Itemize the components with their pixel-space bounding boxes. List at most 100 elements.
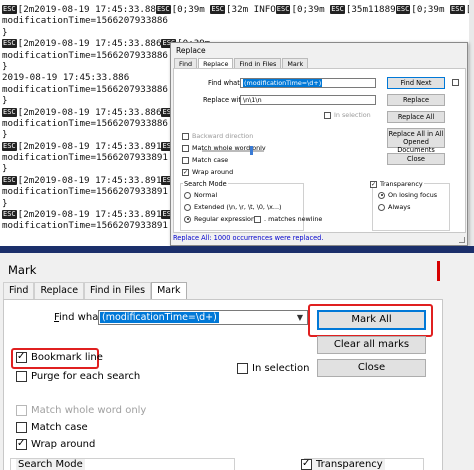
mark-dialog-title: Mark — [8, 263, 37, 277]
replace-all-opened-button[interactable]: Replace All in All Opened Documents — [387, 128, 445, 154]
checkbox-box — [16, 438, 27, 450]
checkbox-label: Match case — [192, 156, 229, 164]
radio-label: Extended (\n, \r, \t, \0, \x...) — [194, 203, 282, 211]
transparency-checkbox[interactable]: Transparency — [301, 458, 385, 470]
checkbox-box — [237, 363, 248, 374]
checkbox-box: ✓ — [370, 180, 377, 188]
editor-text: modificationTime=1566207933891 — [2, 186, 168, 198]
escape-char-badge: ESC — [450, 5, 465, 14]
checkbox-label: Match whole word only — [31, 405, 147, 416]
search-mode-title: Search Mode — [183, 180, 228, 188]
mark-dialog: Mark Find Replace Find in Files Mark Fin… — [0, 253, 474, 470]
escape-char-badge: ESC — [2, 107, 17, 117]
tab-mark[interactable]: Mark — [151, 282, 187, 299]
matches-newline-checkbox[interactable]: . matches newline — [254, 215, 322, 223]
replace-button[interactable]: Replace — [387, 94, 445, 106]
on-losing-focus-radio[interactable]: On losing focus — [378, 191, 437, 199]
find-what-value: (modificationTime=\d+) — [243, 79, 323, 87]
radio-dot — [184, 203, 191, 211]
backward-direction-checkbox[interactable]: Backward direction — [182, 132, 253, 140]
radio-dot — [184, 215, 191, 223]
editor-text: [2m2019-08-19 17:45:33.891 — [17, 174, 162, 186]
transparency-checkbox[interactable]: ✓ Transparency — [370, 180, 424, 188]
replace-status-text: Replace All: 1000 occurrences were repla… — [173, 234, 324, 242]
resize-grip[interactable] — [459, 237, 465, 243]
replace-in-selection-checkbox[interactable]: In selection — [324, 111, 371, 119]
chevron-down-icon[interactable]: ▼ — [294, 311, 306, 324]
editor-text: [2m2019-08-19 17:45:33.88 — [17, 4, 156, 15]
mark-all-button[interactable]: Mark All — [317, 310, 426, 330]
find-next-toggle[interactable] — [452, 79, 459, 86]
escape-char-badge: ESC — [395, 5, 411, 14]
radio-label: On losing focus — [388, 191, 438, 199]
replace-all-button[interactable]: Replace All — [387, 111, 445, 123]
radio-label: Normal — [194, 191, 218, 199]
find-what-combo[interactable]: (modificationTime=\d+) ▼ — [98, 310, 308, 325]
match-whole-word-checkbox[interactable]: Match whole word only — [16, 405, 146, 416]
escape-char-badge: ESC — [155, 5, 171, 14]
checkbox-box — [301, 458, 312, 470]
find-what-value: (modificationTime=\d+) — [100, 312, 219, 323]
top-screenshot: ESC [2m2019-08-19 17:45:33.88ESC [0;39m ES… — [0, 0, 474, 252]
editor-text: modificationTime=1566207933886 — [2, 117, 168, 129]
mark-close-button[interactable]: Close — [317, 359, 426, 377]
tab-mark[interactable]: Mark — [282, 58, 309, 68]
tab-find-in-files[interactable]: Find in Files — [84, 282, 152, 299]
editor-line: } — [2, 27, 474, 38]
checkbox-box — [452, 79, 459, 86]
checkbox-label: Transparency — [316, 459, 383, 470]
transparency-slider-track[interactable] — [202, 150, 264, 152]
radio-label: Regular expression — [194, 215, 256, 223]
editor-text: } — [2, 60, 8, 72]
clear-all-marks-button[interactable]: Clear all marks — [317, 336, 426, 354]
bookmark-line-checkbox[interactable]: Bookmark line — [16, 351, 103, 363]
checkbox-label: Transparency — [380, 180, 423, 188]
editor-text: modificationTime=1566207933891 — [2, 220, 168, 232]
editor-text: 2019-08-19 17:45:33.886 — [2, 72, 130, 84]
editor-text: [32m INFO — [226, 4, 276, 15]
match-case-checkbox[interactable]: Match case — [182, 156, 228, 164]
editor-text: modificationTime=1566207933886 — [2, 15, 168, 27]
editor-line: modificationTime=1566207933886 — [2, 15, 474, 26]
find-what-input[interactable]: (modificationTime=\d+) — [240, 78, 376, 88]
tab-replace[interactable]: Replace — [34, 282, 85, 299]
search-mode-extended-radio[interactable]: Extended (\n, \r, \t, \0, \x...) — [184, 203, 282, 211]
search-mode-normal-radio[interactable]: Normal — [184, 191, 217, 199]
find-next-button[interactable]: Find Next — [387, 77, 445, 89]
search-mode-regex-radio[interactable]: Regular expression — [184, 215, 255, 223]
editor-text: [0;39m — [291, 4, 331, 15]
editor-scrollbar[interactable] — [469, 0, 474, 252]
tab-replace[interactable]: Replace — [198, 58, 234, 68]
editor-text: [2m2019-08-19 17:45:33.886 — [17, 38, 162, 50]
checkbox-box — [182, 144, 189, 152]
editor-text: modificationTime=1566207933886 — [2, 83, 168, 95]
tab-find[interactable]: Find — [3, 282, 35, 299]
always-radio[interactable]: Always — [378, 203, 410, 211]
match-case-checkbox[interactable]: Match case — [16, 422, 88, 433]
in-selection-checkbox[interactable]: In selection — [237, 363, 309, 374]
checkbox-label: Purge for each search — [31, 371, 141, 382]
editor-text: [2m2019-08-19 17:45:33.891 — [17, 140, 162, 152]
editor-text: [0;39m — [411, 4, 451, 15]
radio-dot — [378, 191, 385, 199]
wrap-around-checkbox[interactable]: Wrap around — [16, 438, 95, 450]
search-mode-title: Search Mode — [16, 459, 85, 470]
tab-find[interactable]: Find — [174, 58, 198, 68]
mark-dialog-tabs: Find Replace Find in Files Mark — [3, 282, 187, 299]
checkbox-label: In selection — [252, 363, 310, 374]
replace-dialog: Replace Find Replace Find in Files Mark … — [170, 42, 468, 246]
checkbox-box — [182, 156, 189, 164]
wrap-around-checkbox[interactable]: ✓ Wrap around — [182, 168, 233, 176]
editor-text: } — [2, 95, 8, 107]
editor-text: } — [2, 197, 8, 209]
checkbox-box — [254, 215, 261, 223]
tab-find-in-files[interactable]: Find in Files — [234, 58, 282, 68]
transparency-slider-thumb[interactable] — [250, 146, 253, 155]
purge-checkbox[interactable]: Purge for each search — [16, 371, 140, 382]
replace-with-input[interactable]: \n\1\n — [240, 95, 376, 105]
replace-close-button[interactable]: Close — [387, 153, 445, 165]
escape-char-badge: ESC — [2, 5, 17, 14]
editor-text: [35m11889 — [345, 4, 396, 15]
checkbox-label: Wrap around — [192, 168, 234, 176]
editor-text: modificationTime=1566207933891 — [2, 152, 168, 164]
